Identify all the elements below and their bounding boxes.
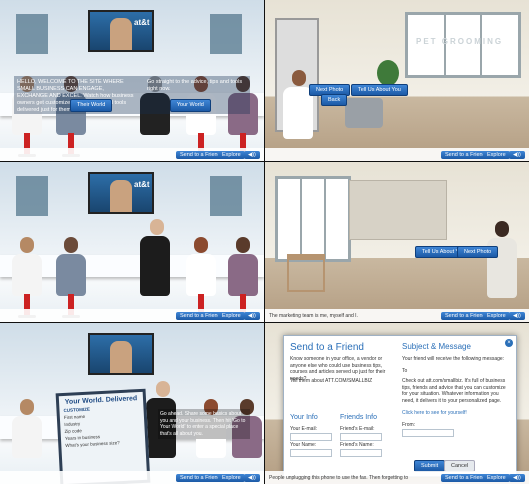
tv-screen: [88, 333, 154, 375]
tv-screen: at&t: [88, 172, 154, 214]
panel-workshop: Tell Us About You Next Photo The marketi…: [265, 162, 529, 322]
explore-button[interactable]: Explore: [483, 151, 510, 159]
panel-pet-grooming: PET GROOMING Next Photo Tell Us About Yo…: [265, 0, 529, 161]
screen-logo: at&t: [134, 18, 150, 27]
caption-text: The marketing team is me, myself and I.: [269, 313, 358, 319]
chair: [287, 254, 325, 292]
panel-studio-host: at&t Send to a Friend Explore ◀)): [0, 162, 264, 322]
tell-us-about-you-button[interactable]: Tell Us About You: [351, 84, 408, 96]
presenter-on-screen: [110, 180, 132, 212]
plant: [377, 60, 399, 86]
groomer: [283, 70, 315, 139]
message-intro: Your friend will receive the following m…: [402, 356, 505, 362]
wall-panel: [16, 176, 48, 216]
overlay-buttons: Their World Your World: [70, 99, 211, 112]
from-label: From:: [402, 422, 416, 428]
tutorial-collage: at&t HELLO, WELCOME TO THE SITE WHERE SM…: [0, 0, 529, 484]
person-white-shirt: [12, 237, 42, 296]
tv-screen: at&t: [88, 10, 154, 52]
click-here-link[interactable]: Click here to see for yourself!: [402, 410, 510, 417]
screen-logo: at&t: [134, 180, 150, 189]
explore-button[interactable]: Explore: [483, 312, 510, 320]
subject-title: Subject & Message: [402, 342, 471, 351]
woman-standing: [487, 221, 517, 298]
your-info-heading: Your Info: [290, 414, 318, 421]
friends-name-label: Friend's Name:: [340, 442, 374, 448]
shop-window: PET GROOMING: [405, 12, 521, 78]
your-world-button[interactable]: Your World: [169, 99, 211, 112]
person-white-coat: [186, 237, 216, 296]
dialog-title: Send to a Friend: [290, 342, 364, 353]
friends-email-field[interactable]: [340, 433, 382, 441]
message-body: Check out att.com/smallbiz. It's full of…: [402, 378, 506, 404]
bottom-toolbar: Send to a Friend Explore ◀)): [0, 148, 264, 161]
host-seated: [140, 219, 174, 296]
audio-icon[interactable]: ◀)): [244, 474, 260, 482]
panel-customize: Your World. Delivered CUSTOMIZE First na…: [0, 323, 264, 484]
pet-crate: [345, 98, 383, 128]
wall-panel: [210, 176, 242, 216]
audio-icon[interactable]: ◀)): [509, 474, 525, 482]
from-field[interactable]: [402, 429, 454, 437]
explore-button[interactable]: Explore: [218, 312, 245, 320]
friends-name-field[interactable]: [340, 449, 382, 457]
person-hat: [56, 237, 86, 296]
next-photo-button[interactable]: Next Photo: [457, 246, 499, 258]
close-icon[interactable]: ×: [505, 339, 513, 347]
overlay-text-right: Go straight to the advice, tips and tool…: [147, 79, 243, 92]
window-lettering: PET GROOMING: [416, 37, 504, 46]
panel-send-to-friend: × Send to a Friend Subject & Message Kno…: [265, 323, 529, 484]
caption-text: People unplugging this phone to use the …: [269, 475, 409, 481]
bottom-toolbar: Send to a Friend Explore ◀)): [0, 309, 264, 322]
explore-button[interactable]: Explore: [218, 474, 245, 482]
customize-form-card: Your World. Delivered CUSTOMIZE First na…: [55, 388, 151, 484]
send-to-friend-dialog: × Send to a Friend Subject & Message Kno…: [283, 335, 517, 477]
shop-window: [275, 176, 351, 262]
person-purple: [228, 237, 258, 296]
wall-panel: [16, 14, 48, 54]
presenter-on-screen: [110, 341, 132, 373]
bottom-toolbar: People unplugging this phone to use the …: [265, 471, 529, 484]
tool-pegboard: [349, 180, 447, 240]
explore-button[interactable]: Explore: [218, 151, 245, 159]
person-white-shirt: [12, 399, 42, 458]
your-email-label: Your E-mail:: [290, 426, 318, 432]
to-label: To: [402, 368, 408, 374]
welcome-overlay: HELLO, WELCOME TO THE SITE WHERE SMALL B…: [14, 76, 250, 114]
panel-welcome: at&t HELLO, WELCOME TO THE SITE WHERE SM…: [0, 0, 264, 161]
your-email-field[interactable]: [290, 433, 332, 441]
back-button[interactable]: Back: [321, 94, 348, 106]
friends-info-heading: Friends Info: [340, 414, 377, 421]
explore-button[interactable]: Explore: [483, 474, 510, 482]
audio-icon[interactable]: ◀)): [509, 151, 525, 159]
your-name-label: Your Name:: [290, 442, 317, 448]
bottom-toolbar: Send to a Friend Explore ◀)): [0, 471, 264, 484]
presenter-on-screen: [110, 18, 132, 50]
audio-icon[interactable]: ◀)): [244, 151, 260, 159]
host-speech: Go ahead. Share some basics about you an…: [158, 409, 250, 439]
their-world-button[interactable]: Their World: [70, 99, 113, 112]
bottom-toolbar: The marketing team is me, myself and I. …: [265, 309, 529, 322]
tell-them-text: Tell them about ATT.COM/SMALLBIZ: [290, 378, 373, 384]
wall-panel: [210, 14, 242, 54]
bottom-toolbar: Send to a Friend Explore ◀)): [265, 148, 529, 161]
audio-icon[interactable]: ◀)): [244, 312, 260, 320]
your-name-field[interactable]: [290, 449, 332, 457]
audio-icon[interactable]: ◀)): [509, 312, 525, 320]
friends-email-label: Friend's E-mail:: [340, 426, 375, 432]
